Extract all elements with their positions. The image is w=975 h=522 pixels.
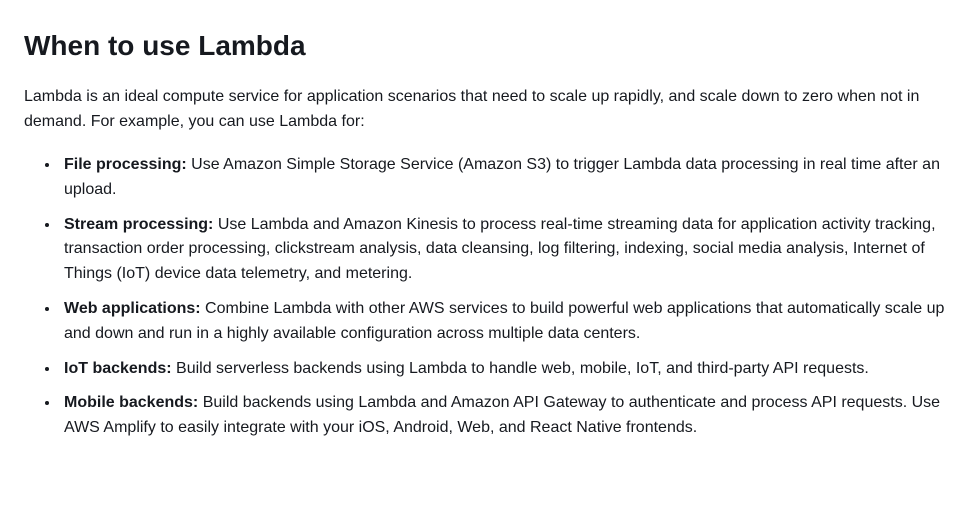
list-item: Web applications: Combine Lambda with ot… [60,297,951,347]
list-item-term: IoT backends: [64,360,172,377]
list-item-term: Stream processing: [64,216,213,233]
section-heading: When to use Lambda [24,24,951,67]
intro-paragraph: Lambda is an ideal compute service for a… [24,85,951,135]
list-item-term: File processing: [64,156,187,173]
list-item: Mobile backends: Build backends using La… [60,391,951,441]
list-item: IoT backends: Build serverless backends … [60,357,951,382]
use-case-list: File processing: Use Amazon Simple Stora… [24,153,951,441]
list-item: Stream processing: Use Lambda and Amazon… [60,213,951,287]
list-item-desc: Use Amazon Simple Storage Service (Amazo… [64,156,940,198]
list-item-term: Mobile backends: [64,394,198,411]
list-item: File processing: Use Amazon Simple Stora… [60,153,951,203]
list-item-term: Web applications: [64,300,201,317]
list-item-desc: Build serverless backends using Lambda t… [172,360,869,377]
